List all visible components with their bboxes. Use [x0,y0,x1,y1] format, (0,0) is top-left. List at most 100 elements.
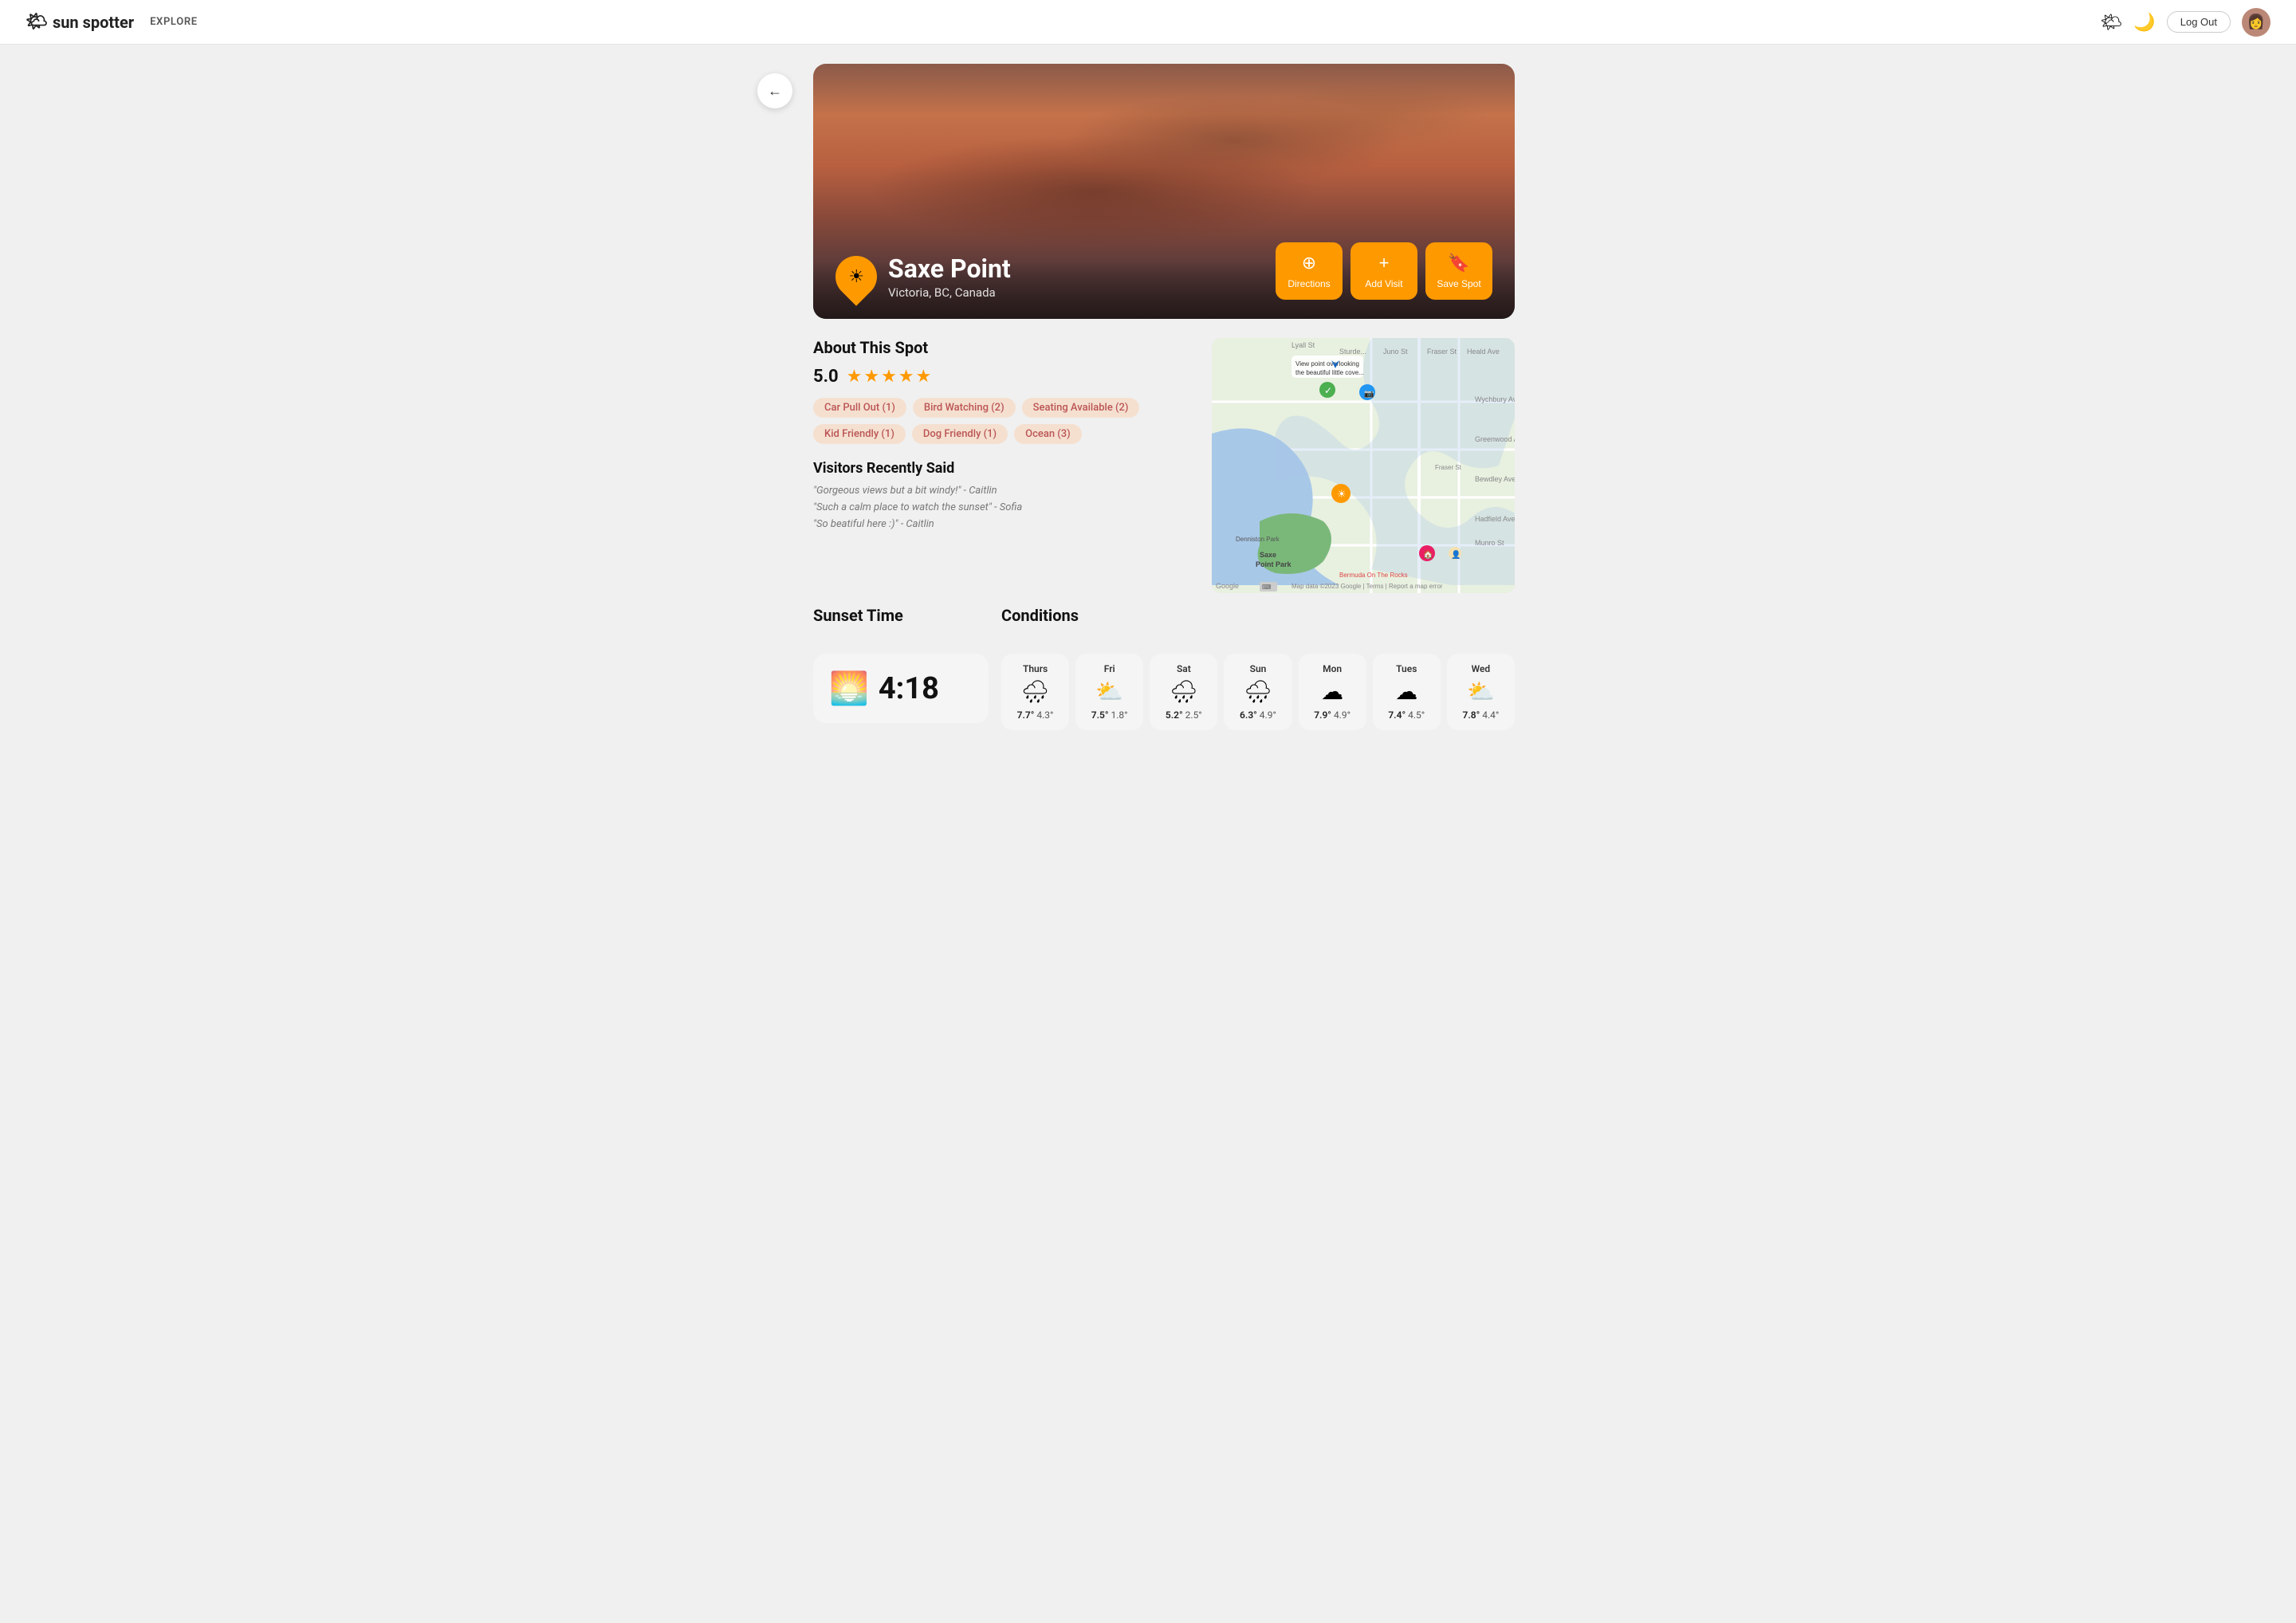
location-subtitle: Victoria, BC, Canada [888,285,1011,300]
section-headers: Sunset Time Conditions [813,606,1515,635]
condition-icon: ☁ [1379,681,1434,703]
header-right: 🌤 🌙 Log Out 👩 [2100,8,2270,37]
condition-day: Thurs [1008,663,1063,674]
condition-temps: 7.9° 4.9° [1305,709,1360,721]
condition-icon: ⛅ [1453,681,1508,703]
left-panel: About This Spot 5.0 ★★★★★ Car Pull Out (… [813,338,1193,593]
tags-container: Car Pull Out (1) Bird Watching (2) Seating… [813,398,1193,444]
reviews-title: Visitors Recently Said [813,460,1193,477]
stars: ★★★★★ [847,367,934,387]
review-item: "Gorgeous views but a bit windy!" - Cait… [813,485,1193,497]
svg-text:☀: ☀ [1337,489,1347,501]
sun-icon-button[interactable]: 🌤 [2100,12,2122,33]
header-left: 🌤 sun spotter EXPLORE [26,12,198,32]
pin-sun-icon: ☀ [848,267,864,287]
back-button[interactable]: ← [757,73,792,108]
logo-text: sun spotter [53,13,134,32]
location-pin-icon: ☀ [827,247,886,306]
condition-low: 1.8° [1111,709,1128,721]
condition-card: Mon ☁ 7.9° 4.9° [1299,654,1366,730]
rating-row: 5.0 ★★★★★ [813,367,1193,387]
svg-text:📷: 📷 [1364,390,1374,399]
condition-card: Thurs 🌧 7.7° 4.3° [1001,654,1069,730]
condition-low: 4.9° [1334,709,1350,721]
user-avatar[interactable]: 👩 [2242,8,2270,37]
condition-high: 5.2° [1166,709,1183,721]
condition-day: Mon [1305,663,1360,674]
tag-item: Seating Available (2) [1022,398,1140,418]
tag-item: Car Pull Out (1) [813,398,906,418]
svg-text:Juno St: Juno St [1383,348,1408,356]
rating-number: 5.0 [813,367,839,387]
svg-text:View point overlooking: View point overlooking [1295,360,1359,367]
save-spot-label: Save Spot [1437,278,1480,289]
condition-temps: 7.7° 4.3° [1008,709,1063,721]
sunset-icon: 🌅 [829,670,869,707]
location-name: Saxe Point [888,253,1011,284]
svg-text:Munro St: Munro St [1475,539,1504,547]
svg-text:Bewdley Ave: Bewdley Ave [1475,475,1515,483]
conditions-area: Thurs 🌧 7.7° 4.3° Fri ⛅ 7.5° 1.8° Sat 🌧 … [1001,654,1515,730]
review-item: "Such a calm place to watch the sunset" … [813,501,1193,513]
svg-text:Sturde...: Sturde... [1339,348,1366,356]
condition-day: Sun [1230,663,1285,674]
condition-temps: 7.4° 4.5° [1379,709,1434,721]
save-spot-button[interactable]: 🔖 Save Spot [1425,242,1492,300]
svg-text:⌨: ⌨ [1262,584,1272,591]
conditions-section-title: Conditions [1001,606,1515,625]
add-visit-button[interactable]: + Add Visit [1350,242,1417,300]
condition-high: 7.8° [1462,709,1480,721]
hero-overlay: ☀ Saxe Point Victoria, BC, Canada ⊕ Dire… [813,223,1515,319]
tag-item: Dog Friendly (1) [912,424,1008,444]
condition-temps: 7.5° 1.8° [1082,709,1137,721]
back-arrow-icon: ← [768,83,782,100]
moon-icon-button[interactable]: 🌙 [2133,12,2155,33]
map-svg: Fraser St Heald Ave Juno St Sturde... Wy… [1212,338,1515,593]
svg-text:Wychbury Ave: Wychbury Ave [1475,395,1515,403]
add-visit-label: Add Visit [1365,278,1402,289]
sunset-time: 4:18 [879,671,939,706]
condition-card: Fri ⛅ 7.5° 1.8° [1075,654,1143,730]
reviews-list: "Gorgeous views but a bit windy!" - Cait… [813,485,1193,530]
hero-text: Saxe Point Victoria, BC, Canada [888,253,1011,300]
condition-low: 4.3° [1036,709,1053,721]
svg-text:Map data ©2023 Google | Terms: Map data ©2023 Google | Terms | Report a… [1292,583,1443,590]
svg-text:Fraser St: Fraser St [1427,348,1457,356]
condition-low: 2.5° [1185,709,1202,721]
app-header: 🌤 sun spotter EXPLORE 🌤 🌙 Log Out 👩 [0,0,2296,45]
hero-actions: ⊕ Directions + Add Visit 🔖 Save Spot [1276,242,1492,300]
bottom-section: 🌅 4:18 Thurs 🌧 7.7° 4.3° Fri ⛅ 7.5° 1.8°… [813,654,1515,730]
directions-label: Directions [1288,278,1330,289]
condition-high: 7.5° [1091,709,1109,721]
sunset-section-title: Sunset Time [813,606,989,625]
svg-text:Google: Google [1216,582,1239,590]
main-content: ← ☀ Saxe Point Victoria, BC, Canada ⊕ Di… [765,45,1531,749]
svg-text:Fraser St: Fraser St [1435,464,1462,471]
svg-text:Bermuda On The Rocks: Bermuda On The Rocks [1339,572,1408,579]
svg-text:Hadfield Ave: Hadfield Ave [1475,515,1515,523]
save-spot-icon: 🔖 [1448,253,1469,273]
condition-icon: ⛅ [1082,681,1137,703]
logout-button[interactable]: Log Out [2167,11,2231,33]
condition-high: 7.7° [1017,709,1035,721]
svg-text:Lyall St: Lyall St [1292,341,1315,349]
condition-low: 4.5° [1408,709,1425,721]
tag-item: Bird Watching (2) [913,398,1016,418]
condition-temps: 5.2° 2.5° [1156,709,1211,721]
directions-button[interactable]: ⊕ Directions [1276,242,1343,300]
bottom-grid: 🌅 4:18 Thurs 🌧 7.7° 4.3° Fri ⛅ 7.5° 1.8°… [813,654,1515,730]
condition-day: Sat [1156,663,1211,674]
condition-card: Wed ⛅ 7.8° 4.4° [1447,654,1515,730]
content-area: About This Spot 5.0 ★★★★★ Car Pull Out (… [813,338,1515,593]
condition-card: Sat 🌧 5.2° 2.5° [1150,654,1217,730]
tag-item: Kid Friendly (1) [813,424,906,444]
tag-item: Ocean (3) [1014,424,1082,444]
svg-text:✓: ✓ [1324,385,1332,396]
svg-text:🏠: 🏠 [1423,550,1433,560]
condition-high: 6.3° [1240,709,1257,721]
condition-high: 7.9° [1314,709,1331,721]
svg-text:the beautiful little cove...: the beautiful little cove... [1295,369,1364,376]
conditions-grid: Thurs 🌧 7.7° 4.3° Fri ⛅ 7.5° 1.8° Sat 🌧 … [1001,654,1515,730]
sunset-card: 🌅 4:18 [813,654,989,723]
condition-high: 7.4° [1388,709,1406,721]
